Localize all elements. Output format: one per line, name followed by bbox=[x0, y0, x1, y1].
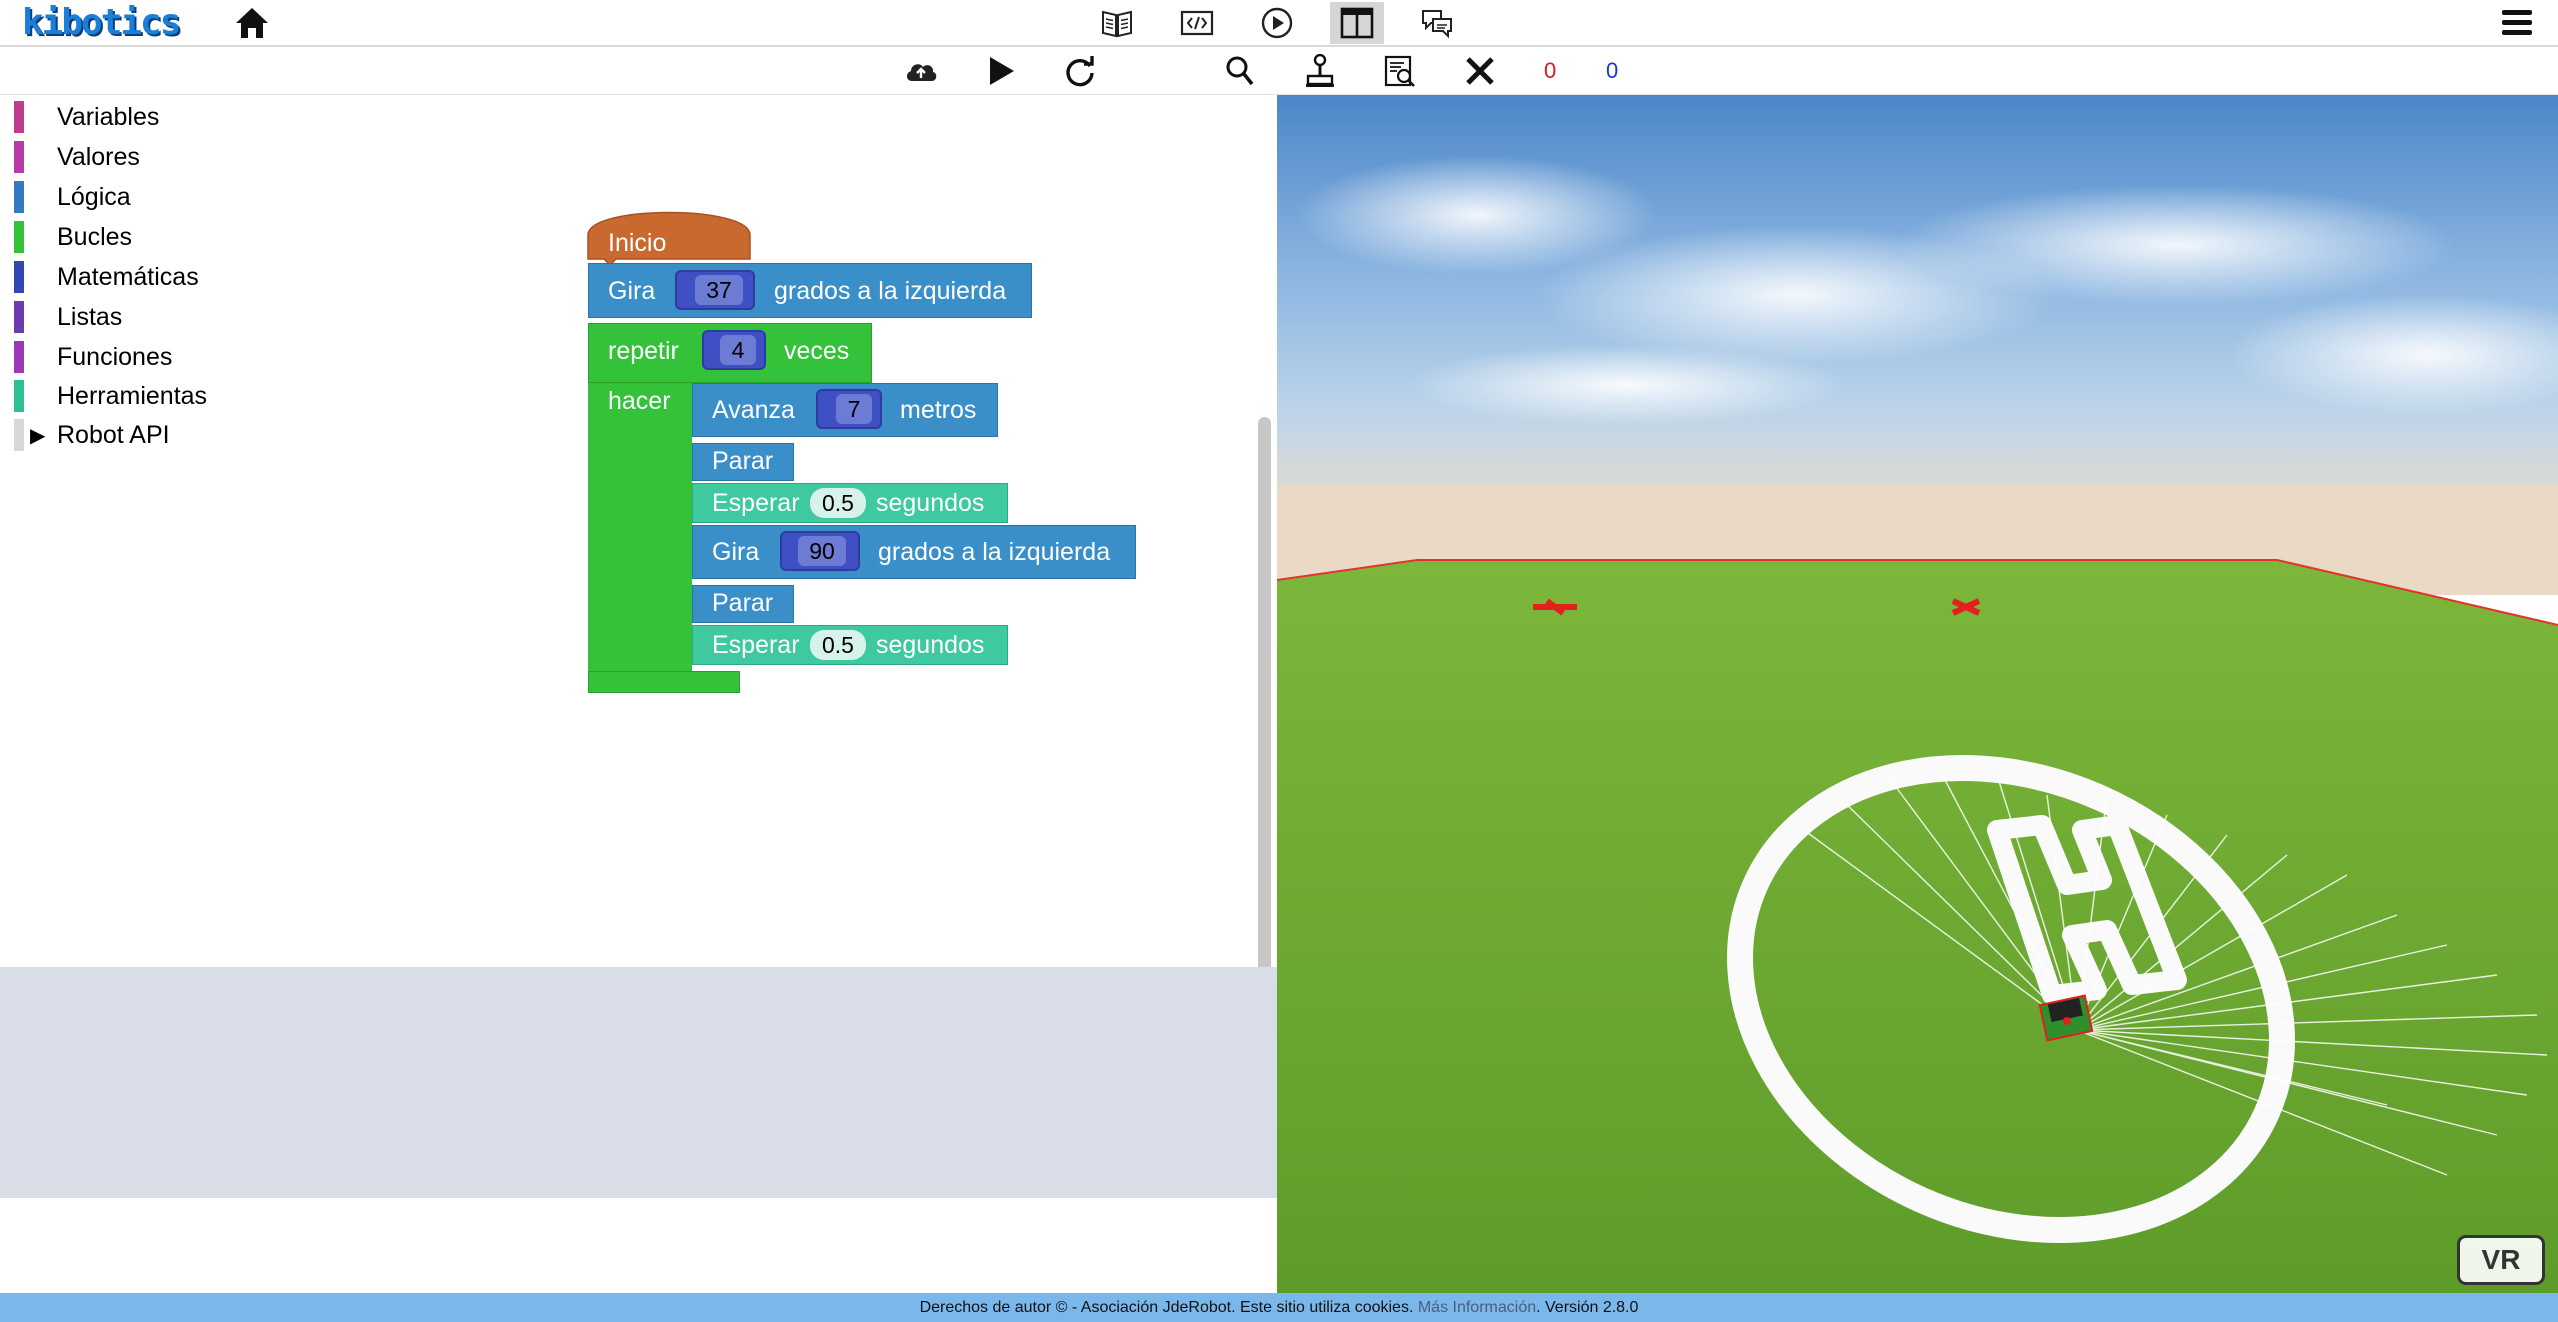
block-toolbox: Variables Valores Lógica Bucles Matemáti… bbox=[0, 95, 228, 1062]
category-math[interactable]: Matemáticas bbox=[14, 259, 224, 293]
home-icon[interactable] bbox=[232, 4, 272, 42]
category-color-bar bbox=[14, 341, 24, 373]
category-color-bar bbox=[14, 380, 24, 412]
reset-icon[interactable] bbox=[1058, 50, 1102, 92]
category-label: Lógica bbox=[57, 183, 131, 211]
turn-block-suffix: grados a la izquierda bbox=[774, 277, 1007, 305]
number-field[interactable]: 7 bbox=[836, 394, 872, 424]
turn-block-label: Gira bbox=[712, 538, 760, 566]
counter-red: 0 bbox=[1544, 58, 1557, 83]
simulator-3d-view[interactable]: VR bbox=[1277, 95, 2558, 1293]
start-block-label: Inicio bbox=[608, 229, 667, 257]
expand-triangle-icon[interactable]: ▶ bbox=[30, 423, 45, 448]
action-toolbar: 0 0 bbox=[0, 47, 2558, 95]
category-label: Variables bbox=[57, 103, 160, 131]
stop-label: Parar bbox=[712, 589, 774, 617]
inspect-icon[interactable] bbox=[1378, 50, 1422, 92]
close-icon[interactable] bbox=[1458, 50, 1502, 92]
repeat-loop-foot bbox=[588, 671, 740, 693]
vertical-scrollbar[interactable] bbox=[1258, 417, 1271, 1037]
category-tools[interactable]: Herramientas bbox=[14, 378, 224, 412]
do-label: hacer bbox=[608, 387, 671, 415]
number-field[interactable]: 4 bbox=[720, 335, 756, 365]
hamburger-menu-icon[interactable] bbox=[2500, 4, 2534, 42]
blockly-workspace[interactable]: Variables Valores Lógica Bucles Matemáti… bbox=[0, 95, 1277, 1149]
repeat-loop-body bbox=[588, 383, 692, 671]
category-color-bar bbox=[14, 301, 24, 333]
upload-icon[interactable] bbox=[899, 50, 943, 92]
repeat-label: repetir bbox=[608, 337, 679, 365]
wait-seconds-field[interactable]: 0.5 bbox=[810, 488, 866, 518]
footer-copyright: Derechos de autor © - Asociación JdeRobo… bbox=[919, 1299, 1414, 1316]
category-color-bar bbox=[14, 261, 24, 293]
wait-label: Esperar bbox=[712, 489, 800, 517]
category-values[interactable]: Valores bbox=[14, 139, 224, 173]
wait-suffix: segundos bbox=[876, 631, 985, 659]
category-label: Listas bbox=[57, 303, 123, 331]
category-robot-api[interactable]: ▶ Robot API bbox=[14, 417, 224, 451]
category-color-bar bbox=[14, 141, 24, 173]
play-icon[interactable] bbox=[979, 50, 1023, 92]
category-color-bar bbox=[14, 419, 24, 451]
simulation-scene bbox=[1277, 95, 2558, 1293]
category-label: Herramientas bbox=[57, 382, 208, 410]
forward-suffix: metros bbox=[900, 396, 977, 424]
top-nav-bar: kibotics bbox=[0, 0, 2558, 47]
wait-suffix: segundos bbox=[876, 489, 985, 517]
vr-button[interactable]: VR bbox=[2457, 1235, 2545, 1285]
code-icon[interactable] bbox=[1170, 2, 1224, 44]
wait-seconds-field[interactable]: 0.5 bbox=[810, 630, 866, 660]
category-label: Valores bbox=[57, 143, 140, 171]
book-icon[interactable] bbox=[1090, 2, 1144, 44]
joystick-icon[interactable] bbox=[1298, 50, 1342, 92]
category-logic[interactable]: Lógica bbox=[14, 179, 224, 213]
category-color-bar bbox=[14, 101, 24, 133]
category-label: Robot API bbox=[57, 421, 170, 449]
kibotics-logo[interactable]: kibotics bbox=[22, 4, 181, 42]
category-color-bar bbox=[14, 181, 24, 213]
repeat-suffix: veces bbox=[784, 337, 850, 365]
search-icon[interactable] bbox=[1218, 50, 1262, 92]
number-field[interactable]: 90 bbox=[798, 536, 846, 566]
footer-version: . Versión 2.8.0 bbox=[1536, 1299, 1639, 1316]
split-view-icon[interactable] bbox=[1330, 2, 1384, 44]
category-lists[interactable]: Listas bbox=[14, 299, 224, 333]
category-functions[interactable]: Funciones bbox=[14, 339, 224, 373]
counter-blue: 0 bbox=[1606, 58, 1619, 83]
category-variables[interactable]: Variables bbox=[14, 99, 224, 133]
turn-block-label: Gira bbox=[608, 277, 656, 305]
chat-icon[interactable] bbox=[1410, 2, 1464, 44]
wait-label: Esperar bbox=[712, 631, 800, 659]
category-label: Funciones bbox=[57, 343, 173, 371]
category-label: Matemáticas bbox=[57, 263, 199, 291]
number-field[interactable]: 37 bbox=[695, 275, 743, 305]
category-color-bar bbox=[14, 221, 24, 253]
workspace-bottom-panel bbox=[0, 967, 1277, 1198]
play-circle-icon[interactable] bbox=[1250, 2, 1304, 44]
forward-label: Avanza bbox=[712, 396, 795, 424]
stop-label: Parar bbox=[712, 447, 774, 475]
turn-block-suffix: grados a la izquierda bbox=[878, 538, 1111, 566]
more-info-link[interactable]: Más Información bbox=[1418, 1299, 1536, 1316]
category-label: Bucles bbox=[57, 223, 133, 251]
footer: Derechos de autor © - Asociación JdeRobo… bbox=[0, 1293, 2558, 1322]
category-loops[interactable]: Bucles bbox=[14, 219, 224, 253]
